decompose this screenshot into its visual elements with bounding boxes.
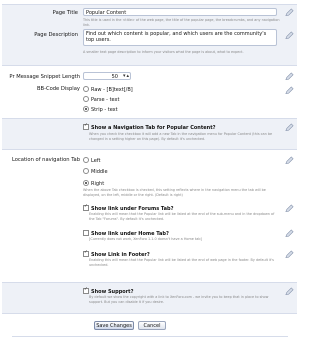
nav-location-right[interactable]: Right: [83, 180, 104, 187]
nav-location-hint: When the above Tab checkbox is checked, …: [83, 188, 266, 197]
page-title-hint: This title is used in the <title> of the…: [83, 18, 280, 27]
edit-show-support-icon[interactable]: [285, 287, 294, 296]
edit-nav-tab-icon[interactable]: [285, 123, 294, 132]
edit-nav-location-icon[interactable]: [285, 156, 294, 165]
snippet-length-label: Pr Message Snippet Length: [9, 74, 80, 80]
show-support-checkbox[interactable]: Show Support?: [83, 288, 133, 295]
edit-home-tab-icon[interactable]: [285, 229, 294, 238]
nav-location-middle[interactable]: Middle: [83, 168, 108, 175]
bottom-divider: [12, 336, 288, 337]
edit-bbcode-icon[interactable]: [285, 86, 294, 95]
bbcode-option-strip[interactable]: Strip - text: [83, 106, 118, 113]
radio-button[interactable]: [83, 157, 89, 163]
stepper-buttons[interactable]: ▾▴: [123, 72, 129, 80]
page-title-label: Page Title: [52, 10, 78, 16]
checkbox-checked[interactable]: [83, 124, 89, 130]
checkbox-checked[interactable]: [83, 251, 89, 257]
nav-location-left[interactable]: Left: [83, 157, 100, 164]
edit-page-title-icon[interactable]: [285, 8, 294, 17]
stepper-up-button[interactable]: ▴: [127, 73, 130, 79]
footer-link-checkbox[interactable]: Show Link in Footer?: [83, 251, 150, 258]
radio-button[interactable]: [83, 86, 89, 92]
cancel-button[interactable]: Cancel: [138, 321, 166, 330]
save-changes-button[interactable]: Save Changes: [94, 321, 134, 330]
checkbox-checked[interactable]: [83, 205, 89, 211]
stepper-down-button[interactable]: ▾: [123, 73, 126, 79]
edit-forums-tab-icon[interactable]: [285, 204, 294, 213]
page-description-label: Page Description: [34, 32, 78, 38]
page-description-hint: A smaller text page description to infor…: [83, 50, 244, 54]
forums-tab-hint: Enabling this will mean that the Popular…: [89, 212, 275, 221]
nav-tab-checkbox-label: Show a Navigation Tab for Popular Conten…: [91, 125, 216, 131]
edit-footer-link-icon[interactable]: [285, 250, 294, 259]
bbcode-option-label: Parse - text: [91, 97, 120, 103]
nav-location-label: Location of navigation Tab: [11, 157, 80, 163]
bbcode-option-label: Raw - [B]text[/B]: [91, 87, 133, 93]
edit-page-description-icon[interactable]: [285, 31, 294, 40]
bbcode-option-raw[interactable]: Raw - [B]text[/B]: [83, 86, 133, 93]
nav-location-option-label: Middle: [91, 169, 108, 175]
nav-tab-checkbox[interactable]: Show a Navigation Tab for Popular Conten…: [83, 124, 216, 131]
bbcode-display-label: BB-Code Display: [36, 86, 80, 92]
edit-snippet-length-icon[interactable]: [285, 72, 294, 81]
forums-tab-checkbox[interactable]: Show link under Forums Tab?: [83, 205, 174, 212]
nav-location-option-label: Left: [91, 158, 101, 164]
radio-button[interactable]: [83, 168, 89, 174]
checkbox-unchecked[interactable]: [83, 230, 89, 236]
nav-location-option-label: Right: [91, 181, 105, 187]
footer-link-hint: Enabling this will mean that the Popular…: [89, 258, 274, 267]
radio-button[interactable]: [83, 96, 89, 102]
bbcode-option-parse[interactable]: Parse - text: [83, 96, 119, 103]
page-title-input[interactable]: Popular Content: [83, 8, 277, 16]
radio-button-selected[interactable]: [83, 180, 89, 186]
radio-button-selected[interactable]: [83, 106, 89, 112]
bbcode-option-label: Strip - text: [91, 107, 118, 113]
home-tab-hint: [Currently does not work, XenForo 1.1.0 …: [89, 237, 202, 241]
page-description-input[interactable]: Find out which content is popular, and w…: [83, 29, 277, 46]
nav-tab-hint: When you check the checkbox it will add …: [89, 132, 273, 141]
checkbox-checked[interactable]: [83, 288, 89, 294]
options-page: Page Title Popular Content This title is…: [0, 0, 300, 344]
show-support-hint: By default we show the copyright with a …: [89, 295, 269, 304]
home-tab-checkbox[interactable]: Show link under Home Tab?: [83, 230, 169, 237]
